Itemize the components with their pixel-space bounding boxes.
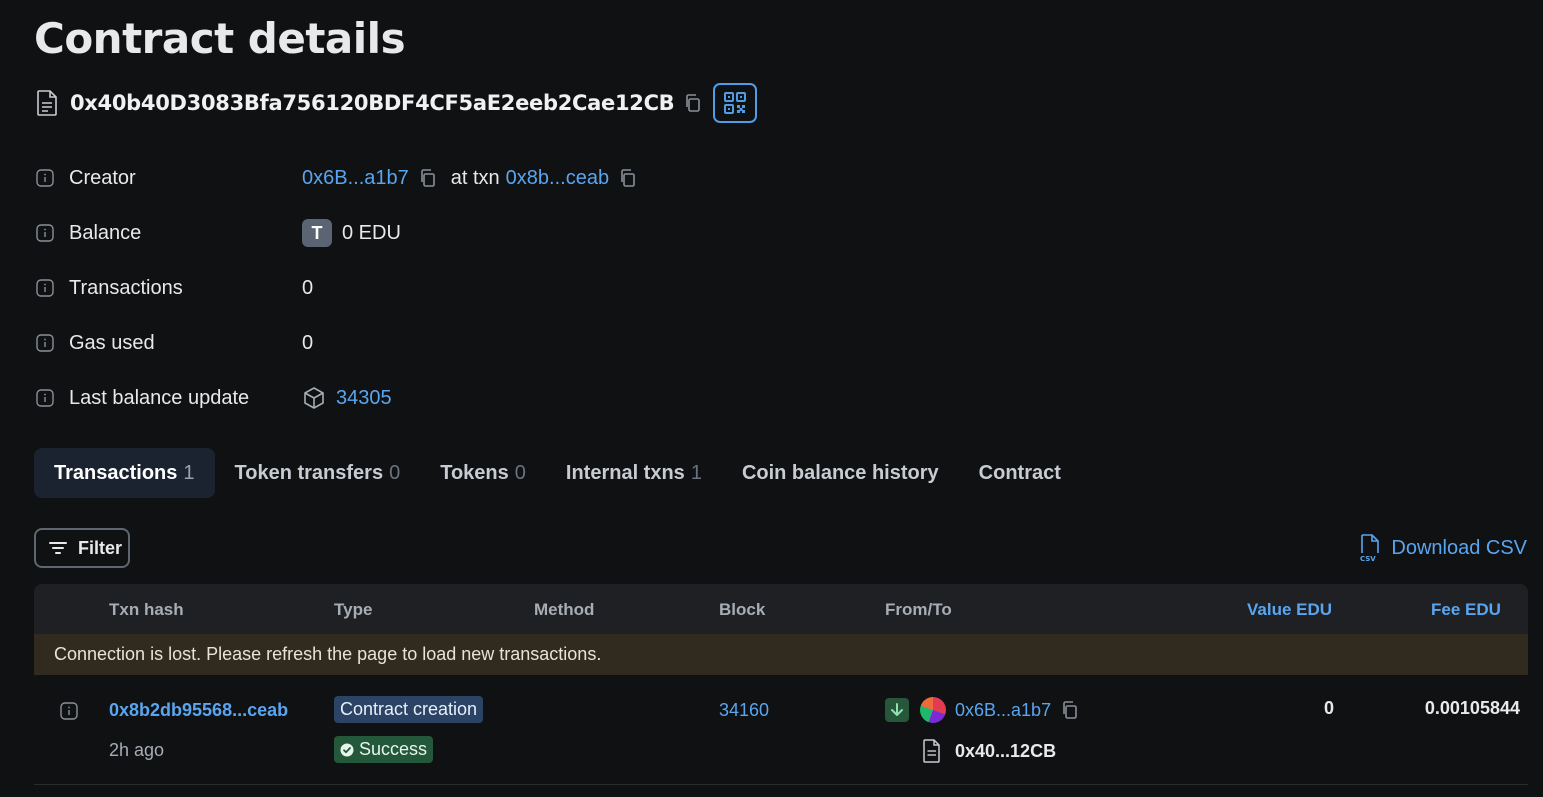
tab-contract[interactable]: Contract xyxy=(959,448,1081,498)
gas-used-label: Gas used xyxy=(69,331,155,354)
contract-address: 0x40b40D3083Bfa756120BDF4CF5aE2eeb2Cae12… xyxy=(70,91,675,115)
info-icon[interactable] xyxy=(60,702,78,720)
info-icon[interactable] xyxy=(36,334,54,352)
contract-address-row: 0x40b40D3083Bfa756120BDF4CF5aE2eeb2Cae12… xyxy=(36,83,702,123)
detail-row-gas-used: Gas used 0 xyxy=(36,328,313,358)
csv-file-icon: CSV xyxy=(1360,534,1380,562)
tab-internal-txns[interactable]: Internal txns 1 xyxy=(546,448,722,498)
detail-row-balance: Balance T 0 EDU xyxy=(36,218,401,248)
page-title: Contract details xyxy=(34,14,406,63)
balance-label: Balance xyxy=(69,221,142,244)
filter-label: Filter xyxy=(78,537,123,558)
last-balance-update-label: Last balance update xyxy=(69,386,250,409)
info-icon[interactable] xyxy=(36,224,54,242)
to-address: 0x40...12CB xyxy=(955,741,1057,761)
tab-count: 0 xyxy=(514,461,526,484)
copy-icon[interactable] xyxy=(1061,701,1079,719)
tab-bar: Transactions 1 Token transfers 0 Tokens 0 I… xyxy=(34,448,1081,498)
info-icon[interactable] xyxy=(36,169,54,187)
detail-row-transactions: Transactions 0 xyxy=(36,273,313,303)
qr-code-icon xyxy=(724,92,746,114)
at-txn-text: at txn xyxy=(450,166,500,189)
copy-icon[interactable] xyxy=(684,94,702,112)
check-circle-icon xyxy=(340,743,354,756)
info-icon[interactable] xyxy=(36,389,54,407)
gas-used-value: 0 xyxy=(302,331,314,354)
txn-value: 0 xyxy=(1323,698,1334,718)
tab-tokens[interactable]: Tokens 0 xyxy=(420,448,546,498)
address-avatar xyxy=(920,697,946,723)
col-method: Method xyxy=(534,600,595,619)
creation-txn-link[interactable]: 0x8b...ceab xyxy=(506,167,609,190)
tab-count: 1 xyxy=(183,461,195,484)
tab-count: 1 xyxy=(690,461,702,484)
contract-document-icon xyxy=(923,739,940,763)
tab-label: Tokens xyxy=(440,461,509,484)
col-value-toggle[interactable]: Value EDU xyxy=(1247,600,1332,620)
txn-type-tag: Contract creation xyxy=(334,696,484,723)
filter-icon xyxy=(49,542,67,554)
detail-row-last-balance-update: Last balance update 34305 xyxy=(36,383,392,413)
tab-token-transfers[interactable]: Token transfers 0 xyxy=(215,448,421,498)
tab-label: Transactions xyxy=(54,461,178,484)
col-block: Block xyxy=(719,600,766,619)
copy-icon[interactable] xyxy=(619,169,637,187)
from-address-link[interactable]: 0x6B...a1b7 xyxy=(955,700,1051,721)
tab-count: 0 xyxy=(389,461,401,484)
txn-fee: 0.00105844 xyxy=(1424,698,1520,718)
table-row: 0x8b2db95568...ceab 2h ago Contract crea… xyxy=(34,675,1528,785)
transactions-value: 0 xyxy=(302,276,314,299)
creator-address-link[interactable]: 0x6B...a1b7 xyxy=(302,167,409,190)
tab-label: Internal txns xyxy=(565,461,685,484)
transactions-label: Transactions xyxy=(69,276,183,299)
txn-status-badge: Success xyxy=(334,736,434,763)
tab-transactions[interactable]: Transactions 1 xyxy=(34,448,215,498)
tab-label: Contract xyxy=(978,461,1061,484)
download-csv-label: Download CSV xyxy=(1391,536,1527,559)
svg-text:CSV: CSV xyxy=(1360,555,1376,562)
token-icon: T xyxy=(302,219,332,247)
tab-label: Coin balance history xyxy=(741,461,939,484)
tab-label: Token transfers xyxy=(234,461,384,484)
download-csv-link[interactable]: CSV Download CSV xyxy=(1359,532,1527,564)
filter-button[interactable]: Filter xyxy=(34,528,130,568)
last-balance-block-link[interactable]: 34305 xyxy=(336,387,392,410)
block-cube-icon xyxy=(304,387,324,409)
col-fee-toggle[interactable]: Fee EDU xyxy=(1431,600,1501,620)
connection-lost-alert: Connection is lost. Please refresh the p… xyxy=(34,634,1528,675)
txn-status-label: Success xyxy=(359,739,428,759)
balance-value: 0 EDU xyxy=(342,221,401,244)
contract-document-icon xyxy=(37,90,57,116)
txn-age: 2h ago xyxy=(109,740,165,760)
col-type: Type xyxy=(334,600,373,619)
col-from-to: From/To xyxy=(885,600,952,619)
tab-coin-balance-history[interactable]: Coin balance history xyxy=(722,448,959,498)
detail-row-creator: Creator 0x6B...a1b7 at txn 0x8b...ceab xyxy=(36,163,637,193)
txn-block-link[interactable]: 34160 xyxy=(719,700,769,721)
incoming-arrow-icon xyxy=(885,698,909,722)
table-header: Txn hash Type Method Block From/To Value… xyxy=(34,584,1528,634)
col-txn-hash: Txn hash xyxy=(109,600,184,619)
qr-code-button[interactable] xyxy=(713,83,757,123)
copy-icon[interactable] xyxy=(419,169,437,187)
info-icon[interactable] xyxy=(36,279,54,297)
txn-hash-link[interactable]: 0x8b2db95568...ceab xyxy=(109,700,288,721)
creator-label: Creator xyxy=(69,166,136,189)
